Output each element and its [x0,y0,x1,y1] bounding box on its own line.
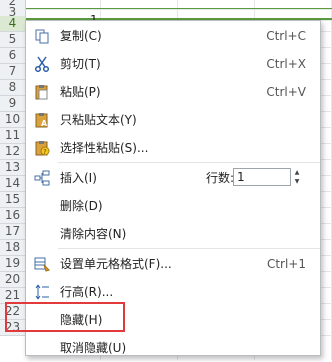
row-header[interactable]: 19 [0,256,26,272]
menu-item-label: 取消隐藏(U) [60,341,127,355]
menu-item-label: 插入(I) [60,171,97,185]
insert-rows-icon [34,170,50,186]
row-header[interactable]: 17 [0,224,26,240]
svg-text:A: A [41,119,48,128]
menu-item-clear-contents[interactable]: 清除内容(N) [26,220,320,248]
menu-item-cut[interactable]: 剪切(T) Ctrl+X [26,50,320,78]
row-header[interactable]: 13 [0,160,26,176]
row-header[interactable]: 20 [0,272,26,288]
menu-item-paste[interactable]: 粘贴(P) Ctrl+V [26,78,320,106]
row-gridline [26,9,332,10]
copy-icon [35,29,49,44]
menu-item-label: 删除(D) [60,199,103,213]
row-header[interactable]: 5 [0,32,26,48]
menu-item-delete[interactable]: 删除(D) [26,192,320,220]
menu-separator [58,248,320,249]
menu-item-label: 粘贴(P) [60,85,101,99]
row-header[interactable]: 6 [0,48,26,64]
menu-item-copy[interactable]: 复制(C) Ctrl+C [26,22,320,50]
menu-item-label: 清除内容(N) [60,227,127,241]
menu-item-label: 选择性粘贴(S)... [60,141,149,155]
paste-special-icon: ? [35,141,50,156]
row-header[interactable]: 11 [0,128,26,144]
menu-item-label: 剪切(T) [60,57,101,71]
row-header[interactable]: 12 [0,144,26,160]
menu-item-shortcut: Ctrl+C [266,29,306,43]
menu-item-format-cells[interactable]: 设置单元格格式(F)... Ctrl+1 [26,250,320,278]
row-header[interactable]: 14 [0,176,26,192]
paste-text-icon: A [35,113,48,128]
row-count-stepper[interactable]: ▲ ▼ [292,168,302,186]
row-header[interactable]: 10 [0,112,26,128]
menu-item-shortcut: Ctrl+V [266,85,306,99]
annotation-highlight-box [5,302,125,332]
scissors-icon [34,56,50,72]
menu-item-paste-special[interactable]: ? 选择性粘贴(S)... [26,134,320,162]
menu-item-shortcut: Ctrl+1 [266,257,306,271]
stepper-up-icon[interactable]: ▲ [292,168,302,177]
row-header[interactable]: 7 [0,64,26,80]
row-header[interactable]: 15 [0,192,26,208]
menu-item-paste-text-only[interactable]: A 只粘贴文本(Y) [26,106,320,134]
row-header[interactable]: 8 [0,80,26,96]
row-header[interactable]: 16 [0,208,26,224]
menu-item-insert[interactable]: 插入(I) 行数: ▲ ▼ [26,164,320,192]
row-count-input[interactable] [233,168,291,186]
row-header[interactable]: 9 [0,96,26,112]
svg-text:?: ? [43,148,47,156]
row-count-label: 行数: [206,171,235,185]
row-height-icon [35,284,49,300]
menu-item-label: 只粘贴文本(Y) [60,113,137,127]
menu-item-label: 复制(C) [60,29,102,43]
menu-item-shortcut: Ctrl+X [266,57,306,71]
stepper-down-icon[interactable]: ▼ [292,177,302,186]
row-header[interactable]: 18 [0,240,26,256]
clipboard-icon [35,85,48,100]
menu-item-label: 设置单元格格式(F)... [60,257,172,271]
format-cells-icon [34,257,50,272]
menu-separator [58,162,320,163]
row-header[interactable]: 4 [0,16,26,32]
menu-item-unhide[interactable]: 取消隐藏(U) [26,334,320,362]
